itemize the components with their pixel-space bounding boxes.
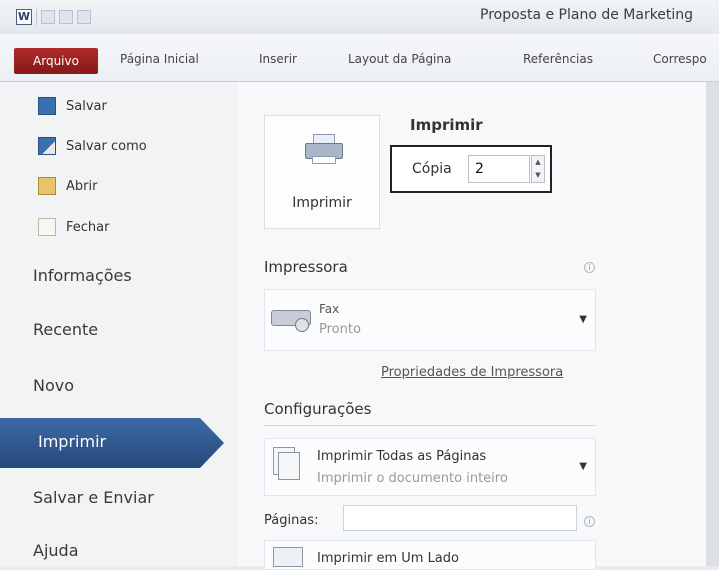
spin-down-icon[interactable]: ▼: [532, 169, 544, 182]
nav-save-label: Salvar: [66, 98, 107, 114]
redo-icon[interactable]: [77, 10, 91, 24]
nav-save-as-label: Salvar como: [66, 138, 147, 154]
printer-dropdown[interactable]: Fax Pronto ▼: [264, 289, 596, 351]
nav-close-label: Fechar: [66, 219, 110, 235]
title-bar: W Proposta e Plano de Marketing: [0, 0, 719, 34]
nav-item-new[interactable]: Novo: [33, 376, 74, 395]
print-preview-edge: [706, 82, 719, 566]
nav-open[interactable]: Abrir: [38, 177, 97, 195]
nav-open-label: Abrir: [66, 178, 98, 194]
ribbon-tabs: Arquivo Página Inicial Inserir Layout da…: [0, 34, 719, 82]
printer-status: Pronto: [319, 322, 361, 337]
nav-item-info[interactable]: Informações: [33, 266, 132, 285]
tab-page-layout[interactable]: Layout da Página: [348, 52, 451, 66]
nav-save[interactable]: Salvar: [38, 97, 107, 115]
printer-properties-link[interactable]: Propriedades de Impressora: [381, 365, 563, 380]
print-button[interactable]: Imprimir: [264, 115, 380, 229]
chevron-down-icon: ▼: [579, 314, 587, 325]
save-icon: [38, 97, 56, 115]
one-sided-icon: [273, 547, 303, 567]
copies-spinner[interactable]: ▲ ▼: [531, 155, 545, 183]
close-document-icon: [38, 218, 56, 236]
printer-name: Fax: [319, 302, 340, 316]
nav-item-help[interactable]: Ajuda: [33, 541, 79, 560]
tab-mailings[interactable]: Correspo: [653, 52, 707, 66]
window-title: Proposta e Plano de Marketing: [480, 7, 694, 23]
fax-printer-icon: [271, 302, 317, 332]
nav-close[interactable]: Fechar: [38, 218, 109, 236]
tab-file[interactable]: Arquivo: [14, 48, 98, 74]
nav-item-print-label: Imprimir: [38, 432, 107, 451]
sides-option-title: Imprimir em Um Lado: [317, 551, 459, 566]
printer-icon: [305, 134, 343, 164]
undo-icon[interactable]: [59, 10, 73, 24]
settings-heading: Configurações: [264, 400, 372, 418]
pages-range-dropdown[interactable]: Imprimir Todas as Páginas Imprimir o doc…: [264, 438, 596, 496]
copies-box: Cópia ▲ ▼: [390, 145, 552, 193]
nav-save-as[interactable]: Salvar como: [38, 137, 147, 155]
all-pages-icon: [273, 447, 301, 481]
save-as-icon: [38, 137, 56, 155]
word-app-icon[interactable]: W: [16, 9, 32, 25]
spin-up-icon[interactable]: ▲: [532, 156, 544, 169]
pages-option-title: Imprimir Todas as Páginas: [317, 449, 487, 464]
print-button-label: Imprimir: [292, 195, 352, 211]
open-folder-icon: [38, 177, 56, 195]
print-heading: Imprimir: [410, 116, 483, 134]
nav-item-print[interactable]: Imprimir: [0, 418, 224, 468]
copies-input[interactable]: [468, 155, 530, 183]
divider: [264, 425, 596, 426]
pages-input[interactable]: [343, 505, 577, 531]
quick-access-toolbar: W: [16, 8, 91, 26]
pages-option-desc: Imprimir o documento inteiro: [317, 471, 508, 486]
info-icon[interactable]: i: [584, 262, 595, 273]
pages-label: Páginas:: [264, 513, 319, 528]
tab-home[interactable]: Página Inicial: [120, 52, 199, 66]
copies-label: Cópia: [412, 161, 452, 177]
tab-insert[interactable]: Inserir: [259, 52, 297, 66]
chevron-down-icon: ▼: [579, 461, 587, 472]
nav-item-recent[interactable]: Recente: [33, 320, 98, 339]
tab-references[interactable]: Referências: [523, 52, 593, 66]
toolbar-separator: [36, 9, 37, 25]
info-icon[interactable]: i: [584, 516, 595, 527]
printer-heading: Impressora: [264, 258, 348, 276]
nav-item-save-send[interactable]: Salvar e Enviar: [33, 488, 154, 507]
save-icon[interactable]: [41, 10, 55, 24]
